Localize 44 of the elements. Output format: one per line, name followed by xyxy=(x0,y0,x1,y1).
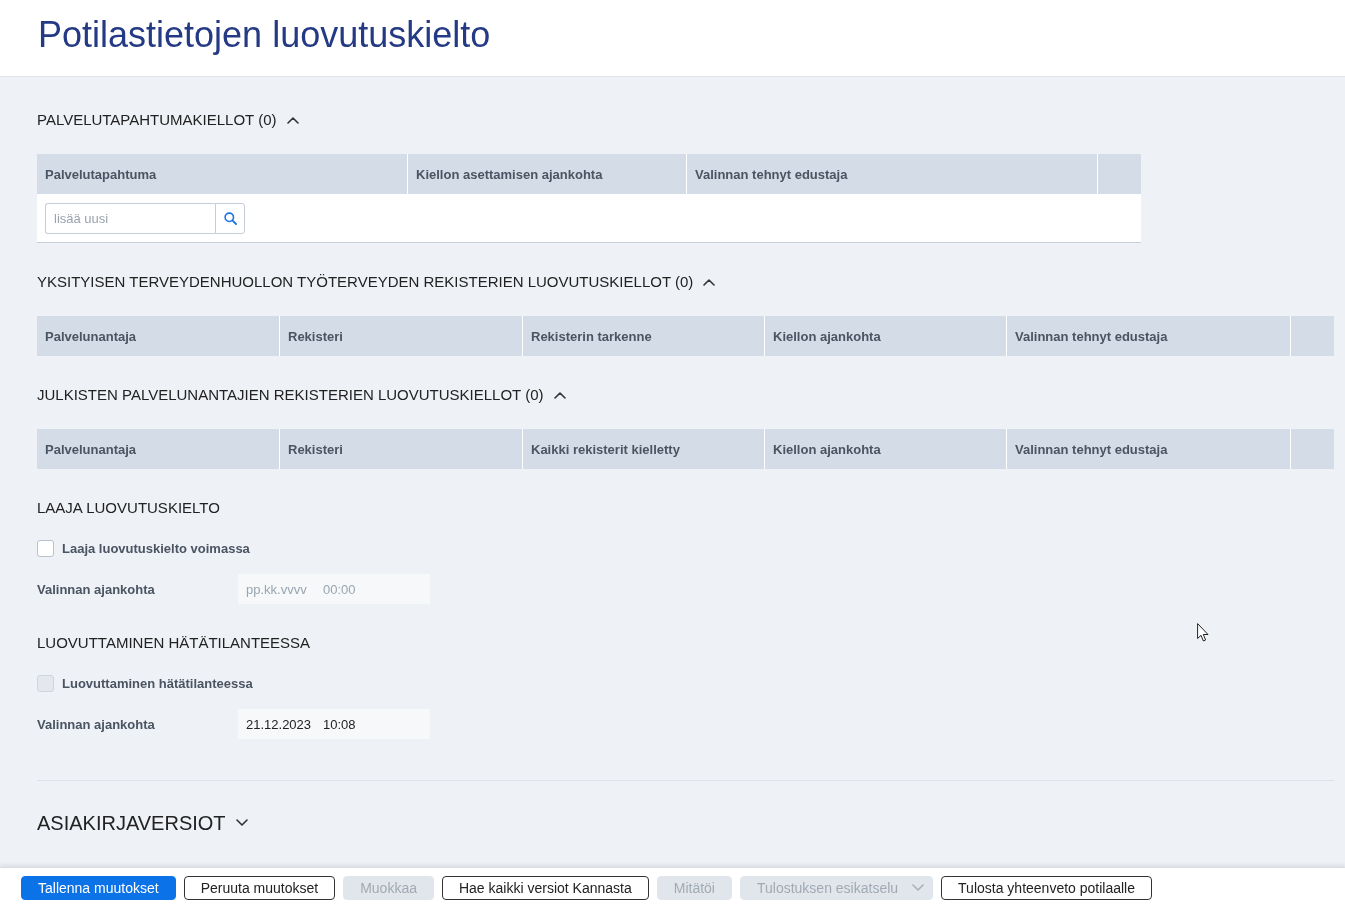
checkbox-label: Laaja luovutuskielto voimassa xyxy=(62,541,250,556)
section-heading: ASIAKIRJAVERSIOT xyxy=(37,811,226,836)
date-input[interactable]: 21.12.2023 xyxy=(238,709,318,739)
chevron-down-icon xyxy=(912,883,925,892)
field-label: Valinnan ajankohta xyxy=(37,716,156,732)
mouse-pointer-icon xyxy=(1197,623,1209,642)
section-heading: LAAJA LUOVUTUSKIELTO xyxy=(37,498,220,518)
time-input[interactable]: 10:08 xyxy=(318,709,430,739)
page-title: Potilastietojen luovutuskielto xyxy=(38,14,491,56)
column-header: Valinnan tehnyt edustaja xyxy=(687,154,1097,194)
search-button[interactable] xyxy=(215,203,245,234)
action-button[interactable]: Peruuta muutokset xyxy=(183,875,336,900)
date-input[interactable]: pp.kk.vvvv xyxy=(238,574,318,604)
search-icon xyxy=(223,212,237,225)
section-heading: YKSITYISEN TERVEYDENHUOLLON TYÖTERVEYDEN REKISTERIEN LUOVUTUSKIELLOT (0) xyxy=(37,272,694,292)
column-header: Rekisteri xyxy=(280,429,522,469)
column-header: Kiellon ajankohta xyxy=(765,316,1006,356)
chevron-up-icon[interactable] xyxy=(553,391,566,399)
field-label: Valinnan ajankohta xyxy=(37,581,156,597)
action-button[interactable]: Tallenna muutokset xyxy=(21,875,176,900)
chevron-up-icon[interactable] xyxy=(703,278,716,286)
column-header: Valinnan tehnyt edustaja xyxy=(1007,316,1290,356)
column-header: Rekisterin tarkenne xyxy=(523,316,764,356)
column-header: Kiellon ajankohta xyxy=(765,429,1006,469)
column-header: Kaikki rekisterit kielletty xyxy=(523,429,764,469)
checkbox[interactable] xyxy=(37,540,54,557)
column-header: Kiellon asettamisen ajankohta xyxy=(408,154,686,194)
column-header: Palvelunantaja xyxy=(37,429,279,469)
section-heading: JULKISTEN PALVELUNANTAJIEN REKISTERIEN LUOVUTUSKIELLOT (0) xyxy=(37,385,544,405)
column-header: Palvelunantaja xyxy=(37,316,279,356)
action-button[interactable]: Tulosta yhteenveto potilaalle xyxy=(941,875,1152,900)
section-heading: PALVELUTAPAHTUMAKIELLOT (0) xyxy=(37,110,277,130)
chevron-up-icon[interactable] xyxy=(286,116,299,124)
column-header: Rekisteri xyxy=(280,316,522,356)
column-header xyxy=(1291,429,1334,469)
action-button[interactable]: Hae kaikki versiot Kannasta xyxy=(441,875,649,900)
column-header: Valinnan tehnyt edustaja xyxy=(1007,429,1290,469)
checkbox-label: Luovuttaminen hätätilanteessa xyxy=(62,676,253,691)
search-field[interactable]: lisää uusi xyxy=(45,203,215,234)
column-header: Palvelutapahtuma xyxy=(37,154,407,194)
section-heading: LUOVUTTAMINEN HÄTÄTILANTEESSA xyxy=(37,633,311,653)
chevron-down-icon[interactable] xyxy=(235,819,248,827)
column-header xyxy=(1291,316,1334,356)
time-input[interactable]: 00:00 xyxy=(318,574,430,604)
